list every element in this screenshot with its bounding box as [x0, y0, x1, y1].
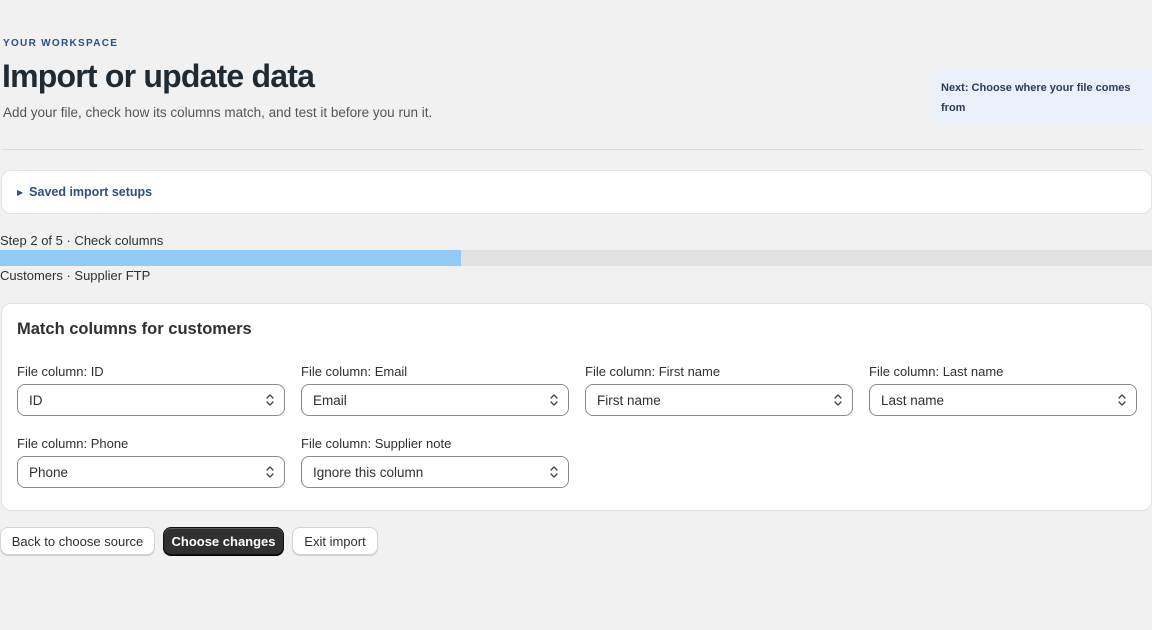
field-label: File column: First name: [585, 364, 721, 379]
chevron-up-down-icon: [266, 466, 274, 478]
caret-right-icon: ▶: [17, 187, 24, 197]
field-label: File column: Supplier note: [301, 436, 452, 451]
match-columns-card: Match columns for customers File column:…: [1, 303, 1152, 511]
page-title: Import or update data: [2, 58, 315, 94]
progress-bar: [0, 250, 1152, 266]
field-label: File column: Last name: [869, 364, 1004, 379]
saved-import-setups-label: Saved import setups: [29, 185, 153, 199]
field-email: File column: Email Email: [301, 363, 569, 416]
progress-bar-fill: [0, 250, 461, 266]
field-label: File column: Phone: [17, 436, 129, 451]
chevron-up-down-icon: [834, 394, 842, 406]
chevron-up-down-icon: [550, 466, 558, 478]
match-columns-title: Match columns for customers: [17, 320, 252, 338]
chevron-up-down-icon: [550, 394, 558, 406]
chevron-up-down-icon: [1118, 394, 1126, 406]
field-label: File column: ID: [17, 364, 104, 379]
import-context: Customers · Supplier FTP: [0, 268, 151, 283]
select-value: Ignore this column: [313, 464, 424, 480]
field-supplier-note: File column: Supplier note Ignore this c…: [301, 435, 569, 488]
field-id: File column: ID ID: [17, 363, 285, 416]
select-value: Phone: [29, 464, 69, 480]
column-select-email[interactable]: Email: [301, 384, 569, 416]
column-select-id[interactable]: ID: [17, 384, 285, 416]
column-select-last-name[interactable]: Last name: [869, 384, 1137, 416]
divider: [2, 149, 1143, 150]
select-value: Email: [313, 392, 347, 408]
field-last-name: File column: Last name Last name: [869, 363, 1137, 416]
field-phone: File column: Phone Phone: [17, 435, 285, 488]
page-subtitle: Add your file, check how its columns mat…: [3, 105, 433, 120]
select-value: First name: [597, 392, 661, 408]
field-label: File column: Email: [301, 364, 408, 379]
field-first-name: File column: First name First name: [585, 363, 853, 416]
chevron-up-down-icon: [266, 394, 274, 406]
column-select-phone[interactable]: Phone: [17, 456, 285, 488]
saved-import-setups-toggle[interactable]: ▶ Saved import setups: [1, 170, 1152, 214]
exit-import-button[interactable]: Exit import: [292, 527, 378, 555]
column-select-supplier-note[interactable]: Ignore this column: [301, 456, 569, 488]
eyebrow: YOUR WORKSPACE: [3, 38, 119, 49]
select-value: Last name: [881, 392, 945, 408]
select-value: ID: [29, 392, 43, 408]
column-select-first-name[interactable]: First name: [585, 384, 853, 416]
choose-changes-button[interactable]: Choose changes: [163, 527, 284, 555]
back-to-choose-source-button[interactable]: Back to choose source: [0, 527, 155, 555]
step-label: Step 2 of 5 · Check columns: [0, 233, 164, 248]
next-step-hint: Next: Choose where your file comes from: [930, 69, 1152, 123]
